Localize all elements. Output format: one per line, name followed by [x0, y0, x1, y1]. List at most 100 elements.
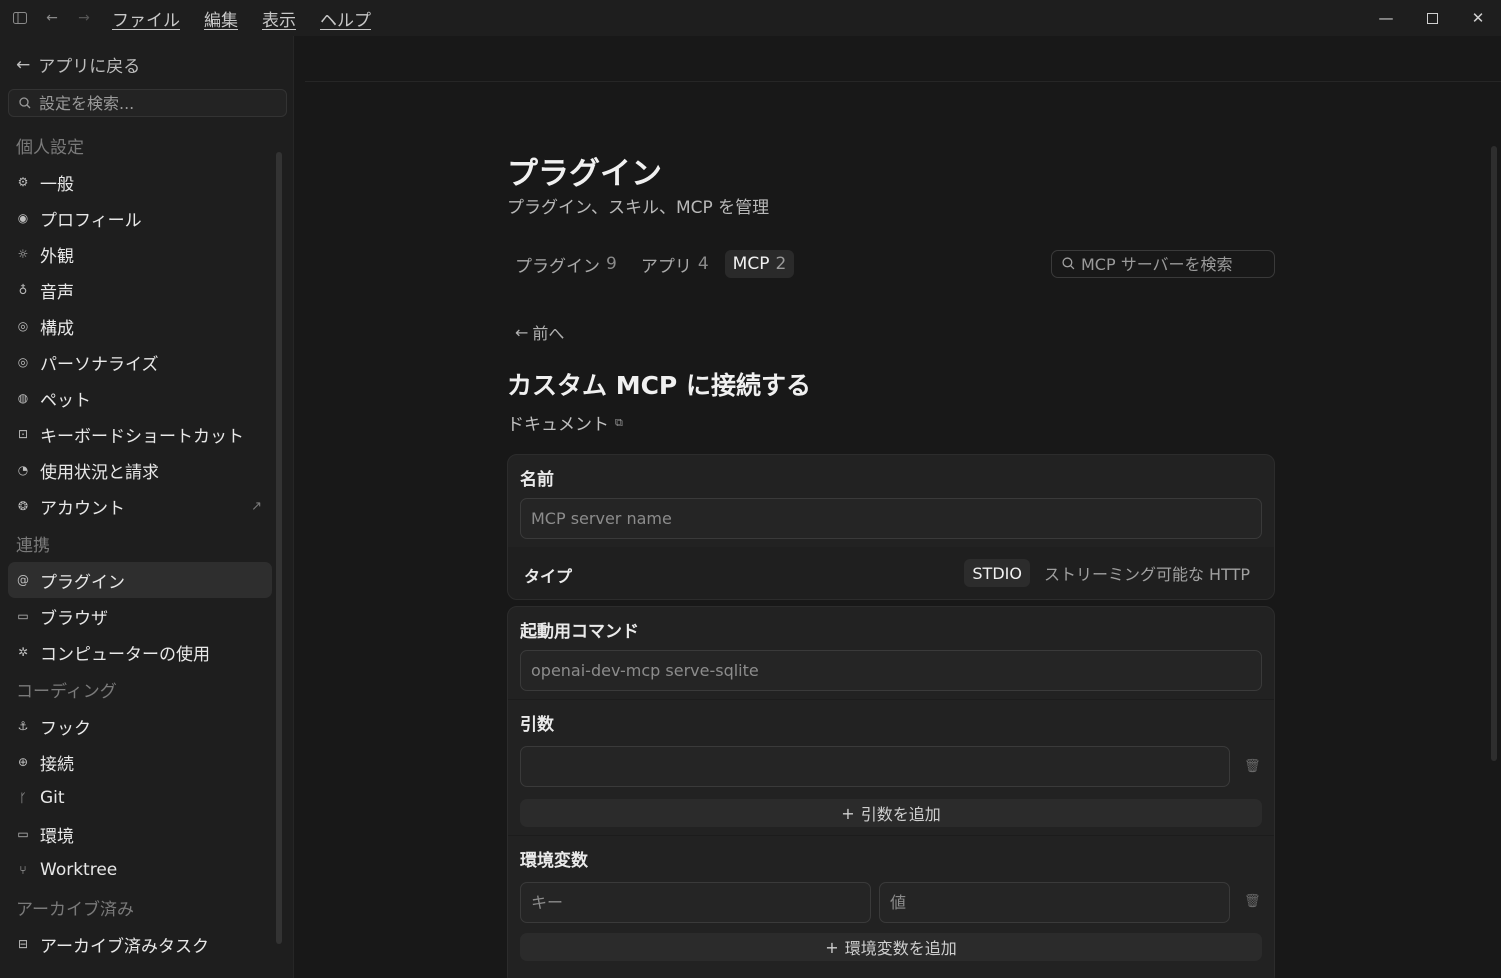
- sidebar-item-shortcuts[interactable]: ⊡ キーボードショートカット: [8, 416, 272, 452]
- trash-icon[interactable]: 🗑: [1244, 759, 1261, 774]
- sidebar-item-label: プロフィール: [40, 210, 142, 231]
- sidebar-toggle-icon[interactable]: [10, 8, 30, 28]
- sidebar-item-label: ブラウザ: [40, 608, 108, 629]
- tab-count: 9: [606, 254, 617, 274]
- gear-icon: ⚙: [17, 175, 29, 189]
- mcp-search[interactable]: [1051, 250, 1275, 278]
- add-arg-label: 引数を追加: [860, 805, 941, 824]
- env-value-input[interactable]: [890, 893, 1213, 912]
- sidebar-item-personalize[interactable]: ◎ パーソナライズ: [8, 344, 272, 380]
- sidebar-item-archived-tasks[interactable]: ⊟ アーカイブ済みタスク: [8, 926, 272, 962]
- sidebar-item-plugins[interactable]: @ プラグイン: [8, 562, 272, 598]
- menu-file[interactable]: ファイル: [112, 6, 180, 31]
- sidebar-item-browser[interactable]: ▭ ブラウザ: [8, 598, 272, 634]
- sun-icon: ☼: [17, 247, 29, 261]
- back-to-app-link[interactable]: ← アプリに戻る: [16, 52, 140, 78]
- sidebar-item-appearance[interactable]: ☼ 外観: [8, 236, 272, 272]
- sidebar-item-general[interactable]: ⚙ 一般: [8, 164, 272, 200]
- settings-search[interactable]: [8, 89, 287, 117]
- tab-mcp[interactable]: MCP 2: [724, 250, 795, 278]
- tab-apps[interactable]: アプリ 4: [633, 250, 717, 278]
- settings-sidebar: ← アプリに戻る 個人設定 ⚙ 一般 ◉ プロフィール ☼ 外観 ♁ 音声 ◎ 構成 ◎ パ…: [0, 36, 294, 978]
- menu-edit[interactable]: 編集: [204, 6, 238, 31]
- sidebar-item-label: 外観: [40, 246, 74, 267]
- close-icon[interactable]: ✕: [1455, 0, 1501, 36]
- type-option-http[interactable]: ストリーミング可能な HTTP: [1036, 559, 1258, 587]
- sidebar-item-account[interactable]: ❂ アカウント ↗: [8, 488, 272, 524]
- type-segmented-control: STDIO ストリーミング可能な HTTP: [964, 559, 1258, 587]
- command-field[interactable]: [520, 650, 1262, 691]
- back-arrow-icon[interactable]: ←: [42, 8, 62, 28]
- back-button[interactable]: ← 前へ: [515, 320, 564, 344]
- sidebar-item-computer-use[interactable]: ✲ コンピューターの使用: [8, 634, 272, 670]
- personalize-icon: ◎: [17, 355, 29, 369]
- gauge-icon: ◔: [17, 463, 29, 477]
- tab-count: 4: [697, 254, 709, 274]
- settings-search-input[interactable]: [39, 93, 279, 113]
- plus-icon: +: [841, 803, 855, 823]
- tab-label: アプリ: [640, 256, 692, 277]
- tab-count: 2: [775, 254, 787, 274]
- page-title: プラグイン: [507, 156, 662, 192]
- forward-arrow-icon[interactable]: →: [74, 8, 94, 28]
- main-scrollbar[interactable]: [1491, 146, 1497, 761]
- mcp-search-input[interactable]: [1081, 254, 1271, 274]
- anchor-icon: ⚓: [17, 719, 29, 733]
- tab-plugins[interactable]: プラグイン 9: [507, 250, 625, 278]
- section-integrations: 連携: [16, 535, 50, 556]
- sidebar-item-config[interactable]: ◎ 構成: [8, 308, 272, 344]
- env-key-field[interactable]: [520, 882, 871, 923]
- trash-icon[interactable]: 🗑: [1244, 894, 1261, 909]
- settings-nav: 個人設定 ⚙ 一般 ◉ プロフィール ☼ 外観 ♁ 音声 ◎ 構成 ◎ パーソナライズ ◍ ペ…: [0, 126, 272, 962]
- menu-help[interactable]: ヘルプ: [320, 6, 371, 31]
- sidebar-item-label: フック: [40, 718, 91, 739]
- menu-view[interactable]: 表示: [262, 6, 296, 31]
- title-bar: ← → ファイル 編集 表示 ヘルプ — ✕: [0, 0, 1501, 36]
- user-icon: ◉: [17, 211, 29, 225]
- environment-icon: ▭: [17, 827, 29, 841]
- type-option-stdio[interactable]: STDIO: [964, 559, 1030, 587]
- command-label: 起動用コマンド: [520, 622, 639, 642]
- account-icon: ❂: [17, 499, 29, 513]
- menu-bar: ファイル 編集 表示 ヘルプ: [112, 6, 371, 31]
- sidebar-item-voice[interactable]: ♁ 音声: [8, 272, 272, 308]
- env-key-input[interactable]: [531, 893, 854, 912]
- name-field[interactable]: [520, 498, 1262, 539]
- sidebar-item-connections[interactable]: ⊕ 接続: [8, 744, 272, 780]
- name-input[interactable]: [531, 509, 1225, 528]
- sidebar-item-profile[interactable]: ◉ プロフィール: [8, 200, 272, 236]
- command-input[interactable]: [531, 661, 1225, 680]
- tab-label: MCP: [732, 254, 770, 274]
- server-basic-card: 名前 タイプ STDIO ストリーミング可能な HTTP: [507, 454, 1275, 600]
- sidebar-item-label: キーボードショートカット: [40, 426, 244, 447]
- sidebar-item-hooks[interactable]: ⚓ フック: [8, 708, 272, 744]
- mic-icon: ♁: [18, 283, 28, 297]
- sidebar-item-label: アカウント: [40, 498, 125, 519]
- maximize-icon[interactable]: [1409, 0, 1455, 36]
- globe-icon: ⊕: [17, 755, 29, 769]
- sidebar-scrollbar-thumb[interactable]: [276, 152, 282, 944]
- sidebar-item-git[interactable]: ᚴ Git: [8, 780, 272, 816]
- env-value-field[interactable]: [879, 882, 1230, 923]
- sidebar-item-label: 接続: [40, 754, 74, 775]
- sidebar-scrollbar[interactable]: [274, 148, 284, 944]
- plus-icon: +: [825, 937, 839, 957]
- arg-input[interactable]: [531, 757, 1195, 776]
- documentation-label: ドキュメント: [507, 415, 609, 435]
- add-arg-button[interactable]: + 引数を追加: [520, 799, 1262, 827]
- minimize-icon[interactable]: —: [1363, 0, 1409, 36]
- name-label: 名前: [520, 470, 554, 490]
- add-env-button[interactable]: + 環境変数を追加: [520, 933, 1262, 961]
- sidebar-item-label: 一般: [40, 174, 74, 195]
- arg-field[interactable]: [520, 746, 1230, 787]
- header-divider: [305, 81, 1501, 82]
- sidebar-item-pet[interactable]: ◍ ペット: [8, 380, 272, 416]
- sidebar-item-usage[interactable]: ◔ 使用状況と請求: [8, 452, 272, 488]
- documentation-link[interactable]: ドキュメント ⧉: [507, 410, 623, 435]
- env-label: 環境変数: [520, 851, 588, 871]
- sidebar-item-worktree[interactable]: ⑂ Worktree: [8, 852, 272, 888]
- sidebar-item-environment[interactable]: ▭ 環境: [8, 816, 272, 852]
- browser-icon: ▭: [17, 609, 29, 623]
- pet-icon: ◍: [17, 391, 29, 405]
- sidebar-item-label: Worktree: [40, 860, 118, 880]
